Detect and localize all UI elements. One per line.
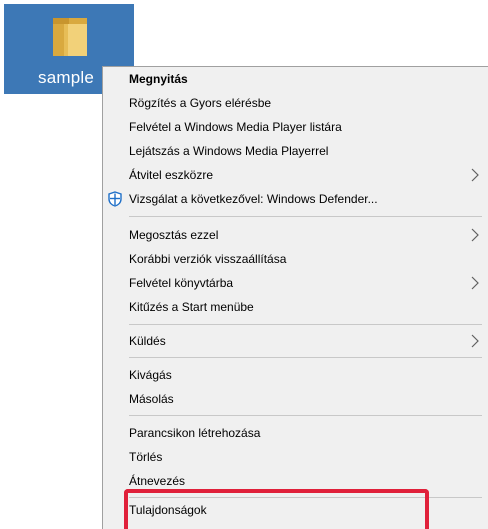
menu-item-label: Korábbi verziók visszaállítása bbox=[129, 252, 287, 266]
menu-separator bbox=[129, 216, 482, 217]
menu-item-label: Felvétel könyvtárba bbox=[129, 276, 234, 290]
menu-separator bbox=[129, 357, 482, 358]
menu-item-label: Másolás bbox=[129, 392, 174, 406]
menu-item-cut[interactable]: Kivágás bbox=[103, 363, 488, 387]
chevron-right-icon bbox=[471, 334, 479, 348]
menu-item-label: Törlés bbox=[129, 450, 163, 464]
menu-item-label: Felvétel a Windows Media Player listára bbox=[129, 120, 342, 134]
menu-item-label: Kivágás bbox=[129, 368, 172, 382]
menu-item-scan-defender[interactable]: Vizsgálat a következővel: Windows Defend… bbox=[103, 187, 488, 211]
menu-item-label: Parancsikon létrehozása bbox=[129, 426, 261, 440]
menu-item-open[interactable]: Megnyitás bbox=[103, 67, 488, 91]
menu-item-create-shortcut[interactable]: Parancsikon létrehozása bbox=[103, 421, 488, 445]
menu-item-label: Kitűzés a Start menübe bbox=[129, 300, 254, 314]
menu-separator bbox=[129, 324, 482, 325]
menu-item-add-wmp-list[interactable]: Felvétel a Windows Media Player listára bbox=[103, 115, 488, 139]
menu-item-share-with[interactable]: Megosztás ezzel bbox=[103, 223, 488, 247]
menu-item-delete[interactable]: Törlés bbox=[103, 445, 488, 469]
menu-item-label: Lejátszás a Windows Media Playerrel bbox=[129, 144, 329, 158]
menu-item-send-to[interactable]: Küldés bbox=[103, 329, 488, 353]
properties-highlight-box bbox=[124, 489, 429, 529]
menu-separator bbox=[129, 415, 482, 416]
menu-item-pin-quick-access[interactable]: Rögzítés a Gyors elérésbe bbox=[103, 91, 488, 115]
chevron-right-icon bbox=[471, 276, 479, 290]
menu-item-label: Megnyitás bbox=[129, 72, 188, 86]
menu-item-label: Megosztás ezzel bbox=[129, 228, 219, 242]
menu-item-cast-to-device[interactable]: Átvitel eszközre bbox=[103, 163, 488, 187]
context-menu: Megnyitás Rögzítés a Gyors elérésbe Felv… bbox=[102, 66, 488, 529]
chevron-right-icon bbox=[471, 168, 479, 182]
menu-item-label: Rögzítés a Gyors elérésbe bbox=[129, 96, 272, 110]
menu-item-label: Átvitel eszközre bbox=[129, 168, 214, 182]
windows-defender-icon bbox=[108, 191, 122, 207]
folder-icon bbox=[53, 18, 87, 56]
menu-item-play-wmp[interactable]: Lejátszás a Windows Media Playerrel bbox=[103, 139, 488, 163]
menu-item-include-library[interactable]: Felvétel könyvtárba bbox=[103, 271, 488, 295]
menu-item-copy[interactable]: Másolás bbox=[103, 387, 488, 411]
menu-item-restore-versions[interactable]: Korábbi verziók visszaállítása bbox=[103, 247, 488, 271]
menu-item-label: Átnevezés bbox=[129, 474, 186, 488]
chevron-right-icon bbox=[471, 228, 479, 242]
menu-item-label: Küldés bbox=[129, 334, 166, 348]
desktop: sample Megnyitás Rögzítés a Gyors elérés… bbox=[0, 0, 488, 529]
menu-item-label: Vizsgálat a következővel: Windows Defend… bbox=[129, 192, 378, 206]
menu-item-pin-start[interactable]: Kitűzés a Start menübe bbox=[103, 295, 488, 319]
